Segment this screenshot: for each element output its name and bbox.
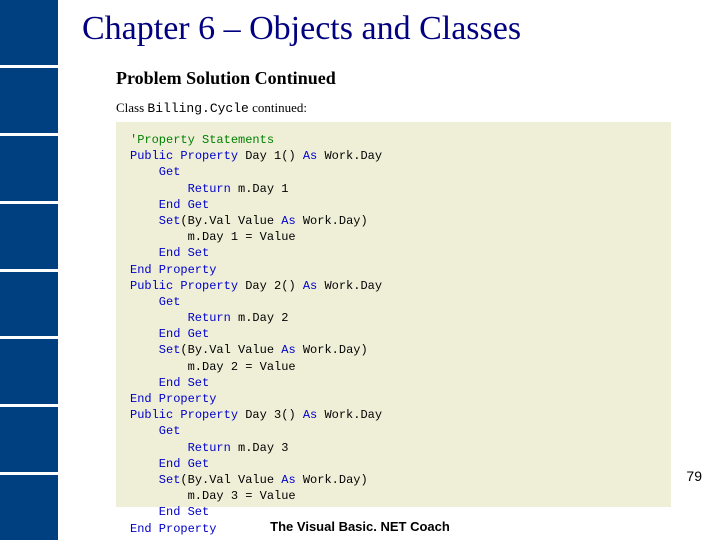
kw: End Set (130, 376, 209, 390)
kw: Public (130, 279, 173, 293)
tx: (By.Val Value (180, 214, 281, 228)
tx: m.Day 1 (231, 182, 289, 196)
tx: Day 2() (238, 279, 303, 293)
classline-code: Billing.Cycle (147, 101, 248, 116)
classline-prefix: Class (116, 100, 147, 115)
tx: Work.Day (317, 149, 382, 163)
tx: Work.Day) (296, 343, 368, 357)
tx: m.Day 3 (231, 441, 289, 455)
sidebar-block (0, 339, 58, 407)
tx: (By.Val Value (180, 343, 281, 357)
kw: Set (130, 343, 180, 357)
kw: Return (130, 182, 231, 196)
kw: Get (130, 165, 180, 179)
kw: As (303, 408, 317, 422)
code-comment: 'Property Statements (130, 133, 274, 147)
kw: End Property (130, 263, 216, 277)
class-line: Class Billing.Cycle continued: (116, 100, 307, 116)
sidebar-block (0, 0, 58, 68)
kw: Set (130, 473, 180, 487)
sidebar-block (0, 272, 58, 340)
chapter-title: Chapter 6 – Objects and Classes (82, 10, 521, 48)
kw: End Set (130, 505, 209, 519)
kw: Return (130, 441, 231, 455)
code-box: 'Property Statements Public Property Day… (116, 122, 671, 507)
subtitle: Problem Solution Continued (116, 68, 336, 89)
kw: End Set (130, 246, 209, 260)
kw: Return (130, 311, 231, 325)
tx: Day 1() (238, 149, 303, 163)
kw: Get (130, 295, 180, 309)
kw: End Get (130, 198, 209, 212)
kw: End Get (130, 457, 209, 471)
tx: Work.Day) (296, 214, 368, 228)
footer-text: The Visual Basic. NET Coach (0, 519, 720, 534)
tx: Work.Day) (296, 473, 368, 487)
kw: Get (130, 424, 180, 438)
sidebar-block (0, 136, 58, 204)
kw: As (281, 214, 295, 228)
sidebar (0, 0, 58, 540)
classline-suffix: continued: (249, 100, 307, 115)
kw: As (303, 149, 317, 163)
sidebar-block (0, 407, 58, 475)
page-number: 79 (686, 468, 702, 484)
tx: m.Day 3 = Value (130, 489, 296, 503)
kw: As (281, 473, 295, 487)
kw: Public (130, 408, 173, 422)
tx: m.Day 1 = Value (130, 230, 296, 244)
tx: (By.Val Value (180, 473, 281, 487)
kw: End Get (130, 327, 209, 341)
tx: m.Day 2 = Value (130, 360, 296, 374)
kw: As (303, 279, 317, 293)
sidebar-block (0, 68, 58, 136)
kw: Public (130, 149, 173, 163)
tx: Work.Day (317, 279, 382, 293)
kw: End Property (130, 392, 216, 406)
kw: Property (173, 408, 238, 422)
tx: Work.Day (317, 408, 382, 422)
tx: m.Day 2 (231, 311, 289, 325)
tx: Day 3() (238, 408, 303, 422)
kw: Set (130, 214, 180, 228)
kw: Property (173, 149, 238, 163)
sidebar-block (0, 204, 58, 272)
kw: Property (173, 279, 238, 293)
kw: As (281, 343, 295, 357)
